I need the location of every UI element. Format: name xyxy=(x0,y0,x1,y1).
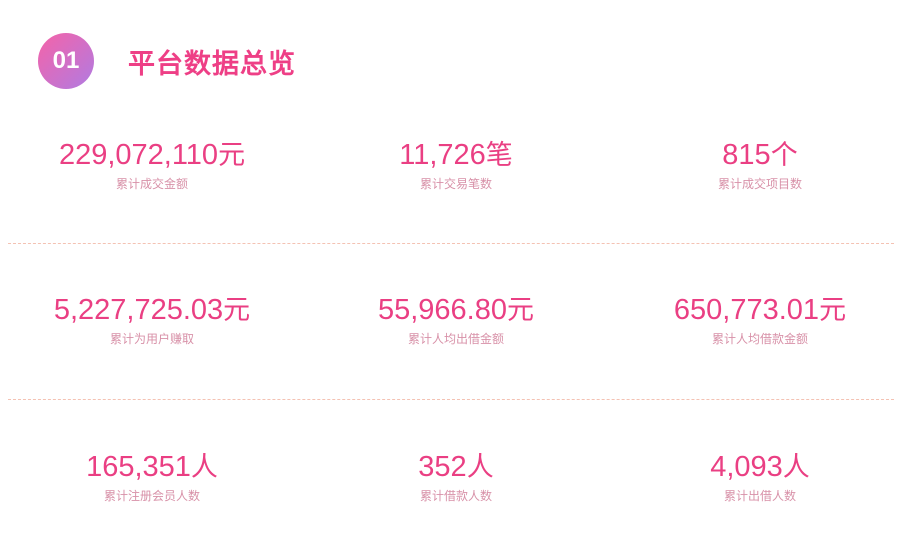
stat-label: 累计为用户赚取 xyxy=(109,332,194,346)
section-header: 01 平台数据总览 xyxy=(38,33,296,89)
stat-label: 累计成交金额 xyxy=(115,177,188,191)
stat-total-transactions: 11,726笔 累计交易笔数 xyxy=(304,138,608,192)
stat-borrowers: 352人 累计借款人数 xyxy=(304,450,608,504)
dashed-divider xyxy=(8,399,894,400)
stat-value: 815个 xyxy=(722,139,798,171)
stat-value: 5,227,725.03元 xyxy=(53,294,251,326)
stat-total-projects: 815个 累计成交项目数 xyxy=(608,138,912,192)
stat-value: 165,351人 xyxy=(86,451,218,483)
stat-label: 累计出借人数 xyxy=(723,489,796,503)
section-number-badge: 01 xyxy=(38,33,94,89)
stat-avg-borrowing-amount: 650,773.01元 累计人均借款金额 xyxy=(608,293,912,347)
stat-registered-members: 165,351人 累计注册会员人数 xyxy=(0,450,304,504)
stats-row-1: 229,072,110元 累计成交金额 11,726笔 累计交易笔数 815个 … xyxy=(0,138,912,192)
stats-row-3: 165,351人 累计注册会员人数 352人 累计借款人数 4,093人 累计出… xyxy=(0,450,912,504)
stat-label: 累计注册会员人数 xyxy=(103,489,200,503)
section-title: 平台数据总览 xyxy=(128,48,296,80)
stat-label: 累计人均借款金额 xyxy=(711,332,808,346)
stat-label: 累计成交项目数 xyxy=(717,177,802,191)
dashed-divider xyxy=(8,243,894,244)
stat-label: 累计交易笔数 xyxy=(419,177,492,191)
stat-avg-lending-amount: 55,966.80元 累计人均出借金额 xyxy=(304,293,608,347)
stat-value: 55,966.80元 xyxy=(377,294,534,326)
stat-value: 4,093人 xyxy=(710,451,810,483)
stat-value: 650,773.01元 xyxy=(673,294,847,326)
stat-value: 229,072,110元 xyxy=(58,139,246,171)
stat-lenders: 4,093人 累计出借人数 xyxy=(608,450,912,504)
stat-value: 352人 xyxy=(418,451,494,483)
stat-label: 累计借款人数 xyxy=(419,489,492,503)
stat-value: 11,726笔 xyxy=(399,139,513,171)
stat-total-transaction-amount: 229,072,110元 累计成交金额 xyxy=(0,138,304,192)
stat-total-user-earnings: 5,227,725.03元 累计为用户赚取 xyxy=(0,293,304,347)
stats-row-2: 5,227,725.03元 累计为用户赚取 55,966.80元 累计人均出借金… xyxy=(0,293,912,347)
stat-label: 累计人均出借金额 xyxy=(407,332,504,346)
